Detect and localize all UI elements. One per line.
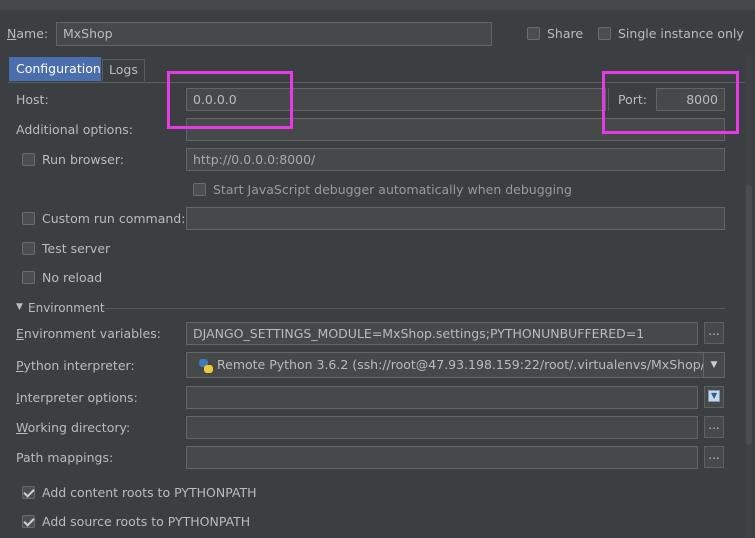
- name-label: Name:: [7, 26, 49, 41]
- window-top-strip: [0, 0, 755, 10]
- host-label: Host:: [16, 92, 49, 107]
- interpreter-select[interactable]: Remote Python 3.6.2 (ssh://root@47.93.19…: [186, 352, 725, 378]
- working-dir-field[interactable]: [186, 416, 698, 439]
- name-field[interactable]: MxShop: [56, 22, 492, 46]
- interpreter-value: Remote Python 3.6.2 (ssh://root@47.93.19…: [217, 357, 725, 372]
- share-label: Share: [547, 26, 584, 41]
- env-vars-field[interactable]: DJANGO_SETTINGS_MODULE=MxShop.settings;P…: [186, 322, 698, 345]
- js-debugger-checkbox[interactable]: [193, 183, 206, 196]
- path-mappings-label: Path mappings:: [16, 450, 114, 465]
- environment-separator: [103, 308, 725, 309]
- scrollbar-thumb[interactable]: [746, 185, 752, 445]
- test-server-checkbox[interactable]: [22, 242, 35, 255]
- env-vars-label: Environment variables:: [16, 326, 161, 341]
- host-highlight-box: [167, 71, 293, 129]
- chevron-down-icon[interactable]: ▼: [703, 353, 724, 377]
- interpreter-options-label: Interpreter options:: [16, 390, 138, 405]
- environment-section-label: Environment: [28, 301, 105, 315]
- test-server-label: Test server: [42, 241, 111, 256]
- content-roots-checkbox[interactable]: [22, 486, 35, 499]
- interpreter-options-field[interactable]: [186, 386, 698, 409]
- working-dir-label: Working directory:: [16, 420, 131, 435]
- source-roots-checkbox[interactable]: [22, 515, 35, 528]
- path-mappings-field[interactable]: [186, 446, 698, 469]
- path-mappings-browse-button[interactable]: ...: [704, 446, 724, 468]
- run-browser-url-field[interactable]: http://0.0.0.0:8000/: [186, 148, 725, 171]
- js-debugger-label: Start JavaScript debugger automatically …: [213, 182, 572, 197]
- custom-run-label: Custom run command:: [42, 211, 186, 226]
- custom-run-field[interactable]: [186, 207, 725, 230]
- run-browser-label: Run browser:: [42, 152, 124, 167]
- port-highlight-box: [602, 71, 739, 134]
- run-browser-checkbox[interactable]: [22, 153, 35, 166]
- content-roots-label: Add content roots to PYTHONPATH: [42, 485, 257, 500]
- tab-configuration[interactable]: Configuration: [9, 57, 101, 81]
- single-instance-label: Single instance only: [618, 26, 744, 41]
- share-checkbox[interactable]: [527, 27, 540, 40]
- working-dir-browse-button[interactable]: ...: [704, 416, 724, 438]
- additional-options-label: Additional options:: [16, 122, 133, 137]
- custom-run-checkbox[interactable]: [22, 212, 35, 225]
- python-icon: [199, 358, 213, 373]
- environment-collapse-icon[interactable]: ▼: [16, 302, 23, 312]
- env-vars-browse-button[interactable]: ...: [704, 322, 724, 344]
- source-roots-label: Add source roots to PYTHONPATH: [42, 514, 251, 529]
- interpreter-label: Python interpreter:: [16, 358, 135, 373]
- expand-icon[interactable]: ▼: [704, 386, 724, 408]
- no-reload-checkbox[interactable]: [22, 271, 35, 284]
- tab-logs[interactable]: Logs: [102, 59, 145, 81]
- no-reload-label: No reload: [42, 270, 103, 285]
- single-instance-checkbox[interactable]: [598, 27, 611, 40]
